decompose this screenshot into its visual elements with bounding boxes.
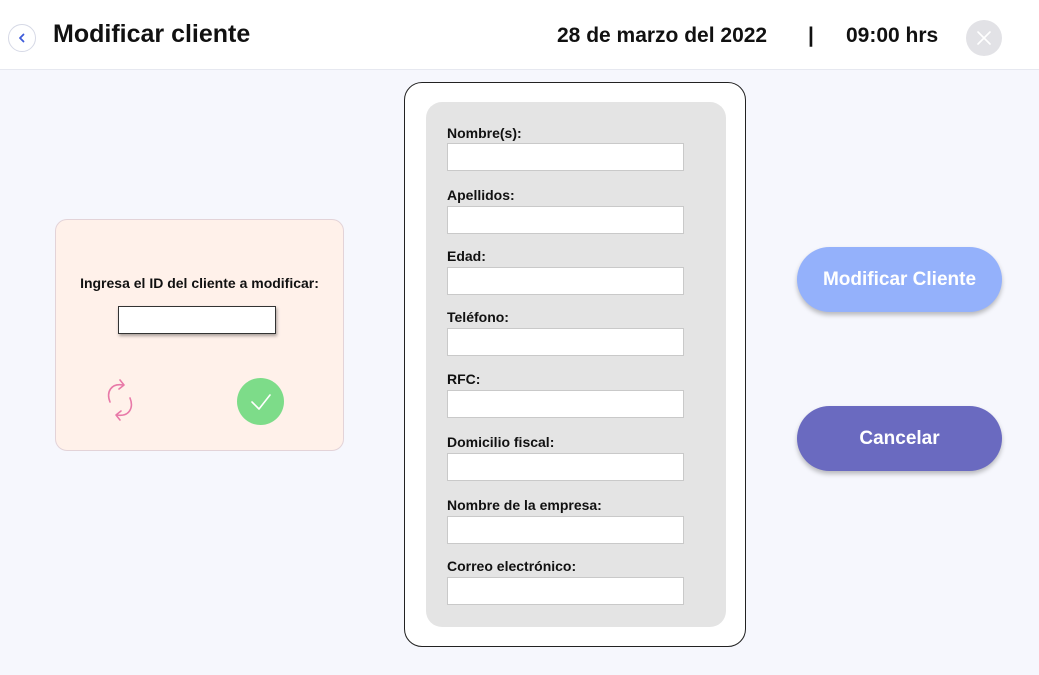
domicilio-fiscal-input[interactable] — [447, 453, 684, 481]
modify-client-button[interactable]: Modificar Cliente — [797, 247, 1002, 312]
field-label-apellidos: Apellidos: — [447, 187, 515, 203]
confirm-button[interactable] — [237, 378, 284, 425]
nombre-input[interactable] — [447, 143, 684, 171]
time-display: 09:00 hrs — [846, 24, 939, 47]
field-label-telefono: Teléfono: — [447, 309, 509, 325]
client-id-label: Ingresa el ID del cliente a modificar: — [80, 275, 319, 291]
close-icon — [977, 31, 991, 45]
top-bar: Modificar cliente 28 de marzo del 2022 |… — [0, 0, 1039, 70]
apellidos-input[interactable] — [447, 206, 684, 234]
field-label-rfc: RFC: — [447, 371, 481, 387]
page-title: Modificar cliente — [53, 20, 251, 48]
client-id-input[interactable] — [118, 306, 276, 334]
refresh-button[interactable] — [100, 376, 140, 424]
correo-input[interactable] — [447, 577, 684, 605]
edad-input[interactable] — [447, 267, 684, 295]
field-label-nombre: Nombre(s): — [447, 125, 522, 141]
checkmark-icon — [250, 393, 271, 410]
telefono-input[interactable] — [447, 328, 684, 356]
header-separator: | — [808, 24, 814, 47]
client-form-panel: Nombre(s): Apellidos: Edad: Teléfono: RF… — [404, 82, 746, 647]
field-label-edad: Edad: — [447, 248, 486, 264]
nombre-empresa-input[interactable] — [447, 516, 684, 544]
field-label-domicilio-fiscal: Domicilio fiscal: — [447, 434, 555, 450]
client-id-card: Ingresa el ID del cliente a modificar: — [55, 219, 344, 451]
chevron-left-icon — [19, 33, 25, 43]
field-label-correo: Correo electrónico: — [447, 558, 577, 574]
refresh-icon — [107, 379, 133, 421]
field-label-nombre-empresa: Nombre de la empresa: — [447, 497, 602, 513]
cancel-button[interactable]: Cancelar — [797, 406, 1002, 471]
client-form: Nombre(s): Apellidos: Edad: Teléfono: RF… — [426, 102, 726, 627]
date-display: 28 de marzo del 2022 — [557, 24, 768, 47]
back-button[interactable] — [8, 24, 36, 52]
rfc-input[interactable] — [447, 390, 684, 418]
close-button[interactable] — [966, 20, 1002, 56]
